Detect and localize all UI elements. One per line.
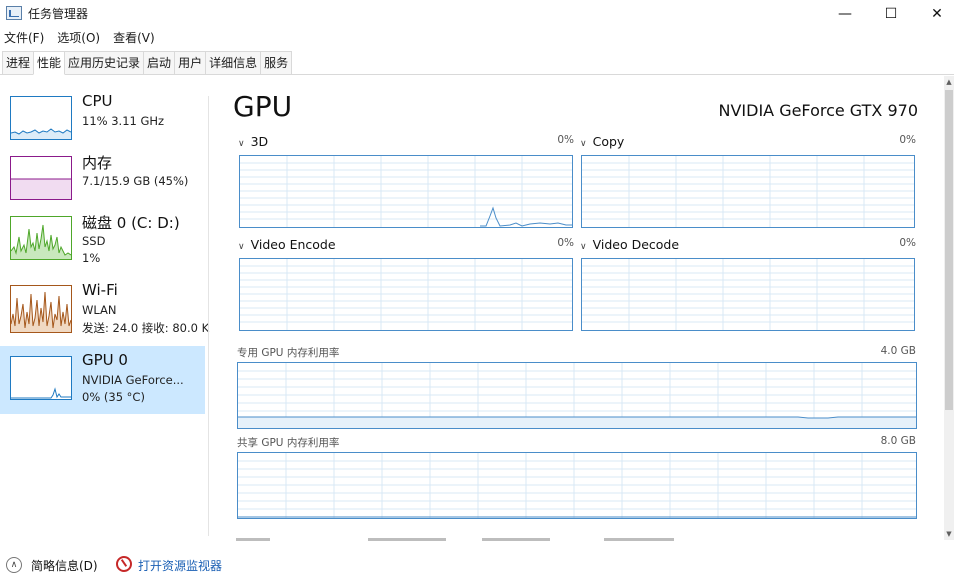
resource-type-disk: SSD — [82, 234, 106, 248]
dedicated-memory-label: 专用 GPU 内存利用率 — [237, 347, 340, 359]
engine-selector-copy[interactable]: ∨ Copy — [580, 134, 624, 149]
resource-throughput-wifi: 发送: 24.0 接收: 80.0 K — [82, 321, 210, 335]
graph-video-decode — [581, 258, 915, 331]
graph-copy — [581, 155, 915, 228]
open-resource-monitor-link[interactable]: 打开资源监视器 — [138, 557, 222, 574]
resource-detail-cpu: 11% 3.11 GHz — [82, 114, 165, 128]
scrollbar-thumb[interactable] — [945, 90, 953, 410]
engine-label-video-encode: Video Encode — [250, 237, 336, 252]
minimize-button[interactable]: — — [822, 0, 868, 28]
detail-title: GPU — [233, 90, 293, 123]
graph-dedicated-memory — [237, 362, 917, 429]
maximize-button[interactable]: ☐ — [868, 0, 914, 28]
engine-label-3d: 3D — [250, 134, 269, 149]
resource-name-gpu: GPU 0 — [82, 351, 128, 369]
resource-name-cpu: CPU — [82, 92, 113, 110]
tab-details[interactable]: 详细信息 — [205, 51, 262, 74]
tab-performance[interactable]: 性能 — [33, 51, 66, 75]
resource-name-disk: 磁盘 0 (C: D:) — [82, 214, 180, 232]
panel-divider[interactable] — [208, 96, 209, 536]
resource-usage-disk: 1% — [82, 251, 101, 265]
title-bar: 任务管理器 — ☐ ✕ — [0, 0, 954, 28]
graph-3d — [239, 155, 573, 228]
scroll-down-arrow-icon[interactable]: ▼ — [944, 528, 954, 540]
engine-pct-video-encode: 0% — [557, 237, 574, 249]
engine-pct-video-decode: 0% — [899, 237, 916, 249]
tab-processes[interactable]: 进程 — [2, 51, 35, 74]
close-button[interactable]: ✕ — [914, 0, 954, 28]
window-title: 任务管理器 — [28, 7, 89, 21]
menu-view[interactable]: 查看(V) — [109, 28, 160, 48]
resource-list: CPU 11% 3.11 GHz 内存 7.1/15.9 GB (45%) 磁盘… — [0, 76, 209, 540]
graph-video-encode — [239, 258, 573, 331]
resource-item-memory[interactable]: 内存 7.1/15.9 GB (45%) — [0, 150, 205, 218]
memory-mini-graph — [10, 156, 72, 200]
tab-users[interactable]: 用户 — [174, 51, 207, 74]
engine-pct-3d: 0% — [557, 134, 574, 146]
tab-bar: 进程 性能 应用历史记录 启动 用户 详细信息 服务 — [0, 51, 954, 75]
resource-name-memory: 内存 — [82, 154, 113, 172]
engine-pct-copy: 0% — [899, 134, 916, 146]
resource-model-gpu: NVIDIA GeForce... — [82, 373, 184, 387]
resource-item-gpu[interactable]: GPU 0 NVIDIA GeForce... 0% (35 °C) — [0, 346, 205, 414]
tab-services[interactable]: 服务 — [260, 51, 293, 74]
resource-item-disk[interactable]: 磁盘 0 (C: D:) SSD 1% — [0, 210, 205, 278]
engine-selector-video-encode[interactable]: ∨ Video Encode — [238, 237, 336, 252]
tab-app-history[interactable]: 应用历史记录 — [64, 51, 145, 74]
gpu-model-name: NVIDIA GeForce GTX 970 — [718, 101, 918, 120]
shared-memory-label: 共享 GPU 内存利用率 — [237, 437, 340, 449]
resource-monitor-icon[interactable] — [116, 556, 132, 572]
chevron-up-icon[interactable]: ∧ — [6, 557, 22, 573]
wifi-mini-graph — [10, 285, 72, 333]
chevron-down-icon: ∨ — [580, 242, 587, 252]
resource-usage-gpu: 0% (35 °C) — [82, 390, 145, 404]
resource-detail-memory: 7.1/15.9 GB (45%) — [82, 174, 189, 188]
menu-bar: 文件(F) 选项(O) 查看(V) — [0, 28, 164, 48]
resource-item-wifi[interactable]: Wi-Fi WLAN 发送: 24.0 接收: 80.0 K — [0, 279, 209, 347]
chevron-down-icon: ∨ — [580, 139, 587, 149]
engine-label-copy: Copy — [592, 134, 625, 149]
scroll-up-arrow-icon[interactable]: ▲ — [944, 76, 954, 88]
resource-type-wifi: WLAN — [82, 303, 117, 317]
engine-selector-video-decode[interactable]: ∨ Video Decode — [580, 237, 679, 252]
engine-label-video-decode: Video Decode — [592, 237, 680, 252]
shared-memory-max: 8.0 GB — [880, 435, 916, 447]
chevron-down-icon: ∨ — [238, 242, 245, 252]
tab-startup[interactable]: 启动 — [143, 51, 176, 74]
chevron-down-icon: ∨ — [238, 139, 245, 149]
menu-file[interactable]: 文件(F) — [0, 28, 49, 48]
gpu-mini-graph — [10, 356, 72, 400]
resource-item-cpu[interactable]: CPU 11% 3.11 GHz — [0, 90, 205, 158]
stats-row-clipped — [236, 535, 936, 543]
graph-shared-memory — [237, 452, 917, 519]
bottom-bar: ∧ 简略信息(D) 打开资源监视器 — [0, 548, 954, 583]
cpu-mini-graph — [10, 96, 72, 140]
dedicated-memory-max: 4.0 GB — [880, 345, 916, 357]
fewer-details-button[interactable]: 简略信息(D) — [31, 557, 98, 574]
engine-selector-3d[interactable]: ∨ 3D — [238, 134, 268, 149]
task-manager-icon — [6, 6, 22, 20]
resource-name-wifi: Wi-Fi — [82, 281, 118, 299]
menu-options[interactable]: 选项(O) — [53, 28, 105, 48]
disk-mini-graph — [10, 216, 72, 260]
